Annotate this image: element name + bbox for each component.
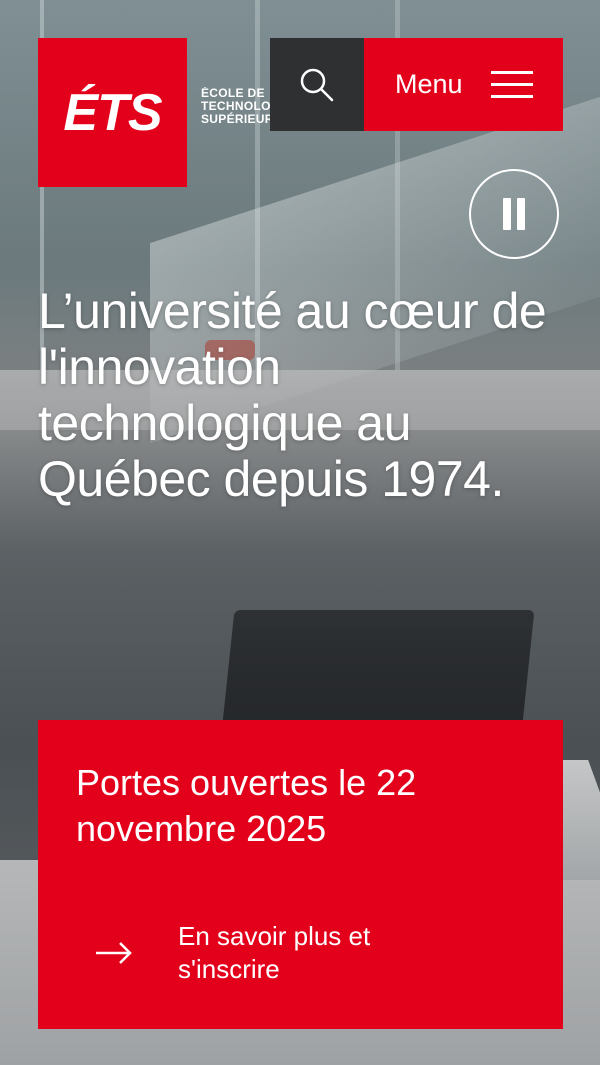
- learn-more-register-link[interactable]: En savoir plus et s'inscrire: [94, 920, 438, 986]
- menu-button[interactable]: Menu: [364, 38, 563, 131]
- open-house-title: Portes ouvertes le 22 novembre 2025: [76, 762, 417, 849]
- menu-label: Menu: [395, 69, 463, 99]
- hero-headline: L’université au cœur de l'innovation tec…: [38, 283, 547, 507]
- pause-video-button[interactable]: [469, 169, 559, 259]
- learn-more-label: En savoir plus et s'inscrire: [178, 921, 371, 984]
- logo-mark: ÉTS: [63, 83, 162, 142]
- arrow-right-icon: [96, 942, 132, 964]
- search-button[interactable]: [270, 38, 364, 131]
- hamburger-icon: [491, 71, 533, 99]
- search-icon: [300, 68, 334, 101]
- open-house-card: Portes ouvertes le 22 novembre 2025 En s…: [38, 720, 563, 1029]
- pause-icon: [503, 198, 511, 230]
- ets-logo[interactable]: ÉTS: [38, 38, 187, 187]
- page: ÉTS ÉCOLE DE TECHNOLOGIE SUPÉRIEURE Menu…: [0, 0, 600, 1065]
